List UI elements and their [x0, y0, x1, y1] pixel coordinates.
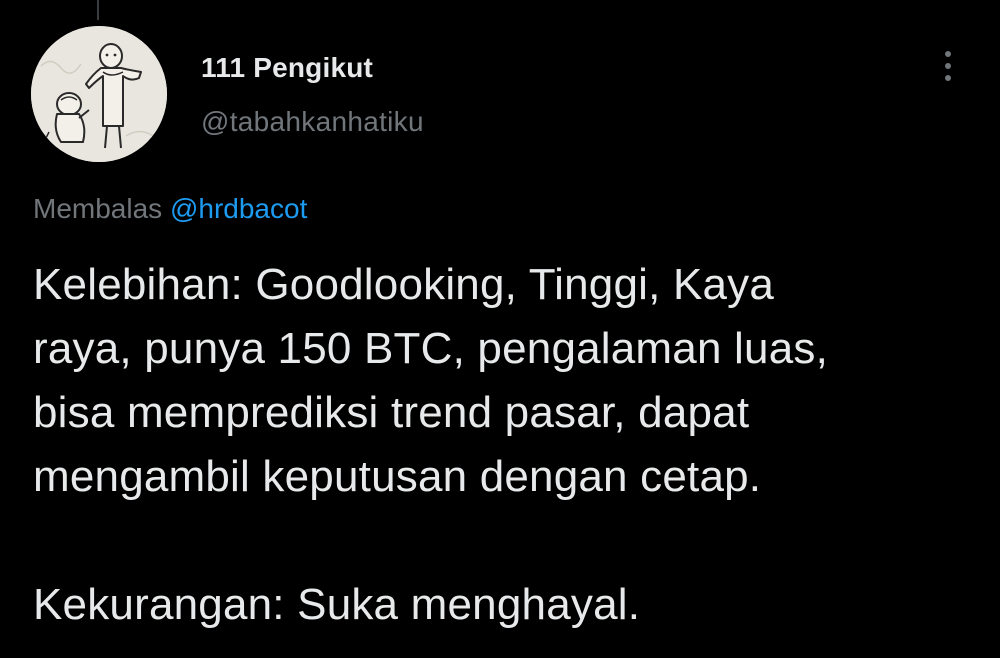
- more-vertical-icon-dot: [945, 63, 951, 69]
- tweet-line: Kekurangan: Suka menghayal.: [33, 580, 641, 629]
- tweet-line: Kelebihan: Goodlooking, Tinggi, Kaya: [33, 260, 775, 309]
- avatar[interactable]: [31, 26, 167, 162]
- user-handle[interactable]: @tabahkanhatiku: [201, 106, 424, 138]
- tweet-text: Kelebihan: Goodlooking, Tinggi, Kaya ray…: [33, 253, 973, 637]
- thread-connector-line: [97, 0, 99, 20]
- tweet-line: raya, punya 150 BTC, pengalaman luas,: [33, 324, 828, 373]
- replying-to-label: Membalas: [33, 193, 163, 224]
- replying-to: Membalas @hrdbacot: [33, 193, 307, 225]
- avatar-sketch-image: [31, 26, 167, 162]
- more-vertical-icon: [945, 51, 951, 57]
- more-options-button[interactable]: [930, 44, 966, 88]
- tweet-line: mengambil keputusan dengan cetap.: [33, 452, 762, 501]
- tweet-paragraph: Kekurangan: Suka menghayal.: [33, 573, 973, 637]
- display-name[interactable]: 111 Pengikut: [201, 52, 373, 84]
- replying-to-mention-link[interactable]: @hrdbacot: [170, 193, 307, 224]
- tweet-paragraph: Kelebihan: Goodlooking, Tinggi, Kaya ray…: [33, 253, 973, 509]
- tweet-line: bisa memprediksi trend pasar, dapat: [33, 388, 750, 437]
- more-vertical-icon-dot: [945, 75, 951, 81]
